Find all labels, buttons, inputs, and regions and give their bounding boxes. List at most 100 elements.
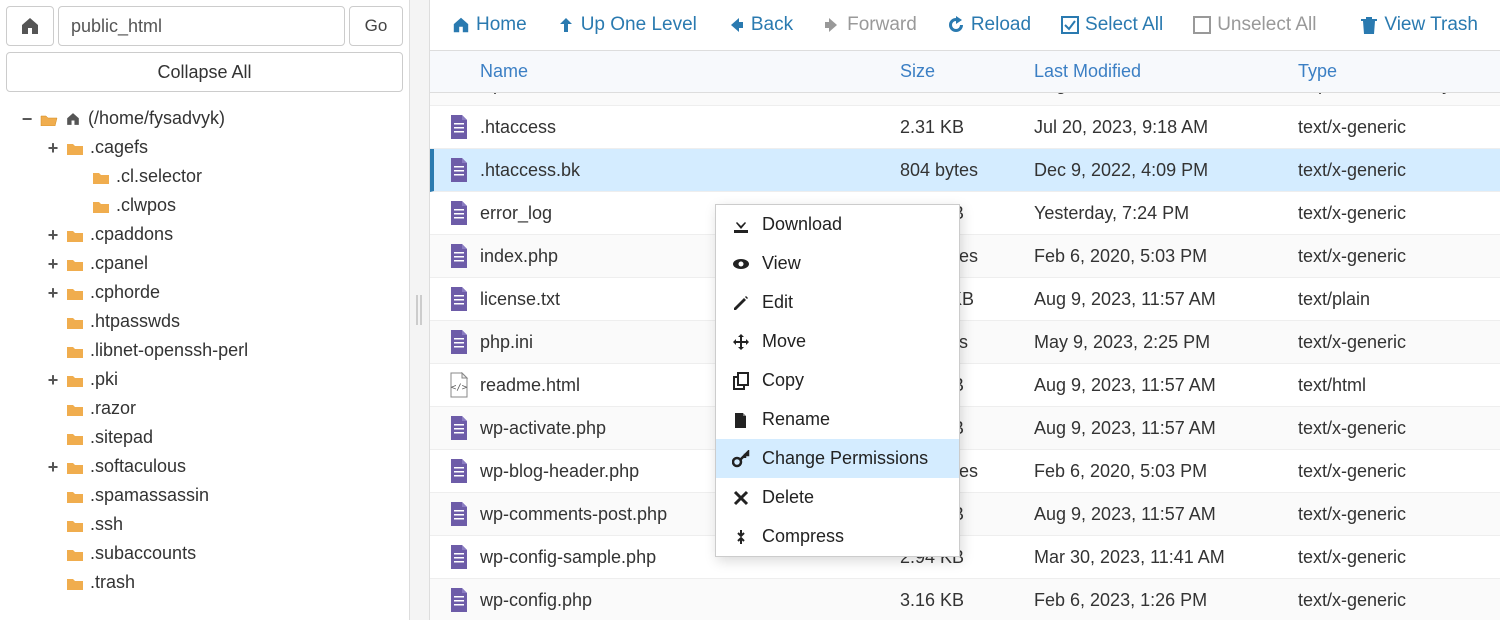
table-row[interactable]: wp-blog-header.php351 bytesFeb 6, 2020, … bbox=[430, 450, 1500, 493]
tree-toggle[interactable]: + bbox=[46, 284, 60, 302]
context-menu-item[interactable]: Move bbox=[716, 322, 959, 361]
sidebar: Go Collapse All − (/home/fysadvyk) +.cag… bbox=[0, 0, 410, 620]
file-type-icon bbox=[438, 372, 480, 398]
compress-icon bbox=[732, 528, 750, 546]
context-menu-item[interactable]: Delete bbox=[716, 478, 959, 517]
checkbox-checked-icon bbox=[1061, 16, 1079, 34]
main-panel: Home Up One Level Back Forward Reload Se… bbox=[430, 0, 1500, 620]
table-row[interactable]: .htaccess.bk804 bytesDec 9, 2022, 4:09 P… bbox=[430, 149, 1500, 192]
key-icon bbox=[732, 450, 750, 468]
toolbar-select-all[interactable]: Select All bbox=[1049, 6, 1175, 44]
toolbar-up-one-level[interactable]: Up One Level bbox=[545, 6, 709, 44]
toolbar-reload[interactable]: Reload bbox=[935, 6, 1043, 44]
tree-item[interactable]: +.cpaddons bbox=[46, 220, 403, 249]
path-input[interactable] bbox=[58, 6, 345, 46]
table-row[interactable]: wp-config-sample.php2.94 KBMar 30, 2023,… bbox=[430, 536, 1500, 579]
tree-item[interactable]: + .pki bbox=[46, 365, 403, 394]
table-row[interactable]: wp-comments-post.php2.27 KBAug 9, 2023, … bbox=[430, 493, 1500, 536]
tree-item[interactable]: .spamassassin bbox=[46, 481, 403, 510]
table-row[interactable]: php.ini70 bytesMay 9, 2023, 2:25 PMtext/… bbox=[430, 321, 1500, 364]
table-row[interactable]: wp-activate.php7.04 KBAug 9, 2023, 11:57… bbox=[430, 407, 1500, 450]
splitter[interactable] bbox=[410, 0, 430, 620]
table-row[interactable]: index.php405 bytesFeb 6, 2020, 5:03 PMte… bbox=[430, 235, 1500, 278]
tree-toggle[interactable]: + bbox=[46, 255, 60, 273]
tree-item[interactable]: +.cpanel bbox=[46, 249, 403, 278]
table-row[interactable]: wp-config.php3.16 KBFeb 6, 2023, 1:26 PM… bbox=[430, 579, 1500, 620]
context-menu-item[interactable]: Copy bbox=[716, 361, 959, 400]
file-type-icon bbox=[438, 329, 480, 355]
tree-toggle[interactable]: + bbox=[46, 371, 60, 389]
context-menu-item[interactable]: View bbox=[716, 244, 959, 283]
tree-item[interactable]: +.cphorde bbox=[46, 278, 403, 307]
file-type-icon bbox=[438, 114, 480, 140]
file-type-icon bbox=[438, 544, 480, 570]
col-header-type[interactable]: Type bbox=[1298, 61, 1500, 82]
context-menu-item[interactable]: Change Permissions bbox=[716, 439, 959, 478]
tree-item[interactable]: .razor bbox=[46, 394, 403, 423]
file-modified: Aug 9, 2023, 11:57 AM bbox=[1034, 418, 1298, 439]
file-type-icon bbox=[438, 200, 480, 226]
pencil-icon bbox=[732, 294, 750, 312]
download-icon bbox=[732, 216, 750, 234]
context-menu-label: Edit bbox=[762, 292, 793, 313]
tree-item[interactable]: .htpasswds bbox=[46, 307, 403, 336]
file-list: wp-includes12 KBAug 9, 2023, 11:57 AMhtt… bbox=[430, 93, 1500, 620]
folder-icon bbox=[66, 431, 84, 445]
tree-toggle[interactable]: + bbox=[46, 139, 60, 157]
context-menu-item[interactable]: Compress bbox=[716, 517, 959, 556]
tree-item[interactable]: .cl.selector bbox=[72, 162, 403, 191]
context-menu-item[interactable]: Download bbox=[716, 205, 959, 244]
toolbar-forward: Forward bbox=[811, 6, 929, 44]
collapse-all-button[interactable]: Collapse All bbox=[6, 52, 403, 92]
home-path-button[interactable] bbox=[6, 6, 54, 46]
tree-item[interactable]: +.cagefs bbox=[46, 133, 403, 162]
context-menu-item[interactable]: Rename bbox=[716, 400, 959, 439]
tree-item[interactable]: .sitepad bbox=[46, 423, 403, 452]
toolbar-back[interactable]: Back bbox=[715, 6, 805, 44]
tree-item-label: .pki bbox=[90, 369, 118, 390]
move-icon bbox=[732, 333, 750, 351]
col-header-modified[interactable]: Last Modified bbox=[1034, 61, 1298, 82]
file-size: 2.31 KB bbox=[900, 117, 1034, 138]
context-menu-item[interactable]: Edit bbox=[716, 283, 959, 322]
table-row[interactable]: wp-includes12 KBAug 9, 2023, 11:57 AMhtt… bbox=[430, 93, 1500, 106]
context-menu-label: Delete bbox=[762, 487, 814, 508]
folder-open-icon bbox=[40, 112, 58, 126]
arrow-right-icon bbox=[823, 16, 841, 34]
reload-icon bbox=[947, 16, 965, 34]
file-name: wp-config.php bbox=[480, 590, 900, 611]
file-list-scroll[interactable]: wp-includes12 KBAug 9, 2023, 11:57 AMhtt… bbox=[430, 93, 1500, 620]
tree-item-label: .sitepad bbox=[90, 427, 153, 448]
tree-item-label: .cl.selector bbox=[116, 166, 202, 187]
col-header-size[interactable]: Size bbox=[900, 61, 1034, 82]
folder-icon bbox=[66, 286, 84, 300]
tree-toggle[interactable]: + bbox=[46, 226, 60, 244]
folder-icon bbox=[66, 489, 84, 503]
tree-item[interactable]: .clwpos bbox=[72, 191, 403, 220]
tree-root[interactable]: − (/home/fysadvyk) bbox=[20, 104, 403, 133]
tree-item[interactable]: .libnet-openssh-perl bbox=[46, 336, 403, 365]
file-type-icon bbox=[438, 157, 480, 183]
go-button[interactable]: Go bbox=[349, 6, 403, 46]
file-mimetype: text/x-generic bbox=[1298, 461, 1500, 482]
table-row[interactable]: license.txt19.45 KBAug 9, 2023, 11:57 AM… bbox=[430, 278, 1500, 321]
file-type-icon bbox=[438, 587, 480, 613]
arrow-left-icon bbox=[727, 16, 745, 34]
tree-item[interactable]: +.softaculous bbox=[46, 452, 403, 481]
context-menu-label: Download bbox=[762, 214, 842, 235]
eye-icon bbox=[732, 255, 750, 273]
file-mimetype: text/x-generic bbox=[1298, 332, 1500, 353]
table-row[interactable]: readme.html7.23 KBAug 9, 2023, 11:57 AMt… bbox=[430, 364, 1500, 407]
tree-toggle[interactable]: − bbox=[20, 110, 34, 128]
col-header-name[interactable]: Name bbox=[480, 61, 900, 82]
tree-item-label: .subaccounts bbox=[90, 543, 196, 564]
toolbar-view-trash[interactable]: View Trash bbox=[1348, 6, 1490, 44]
tree-item[interactable]: .trash bbox=[46, 568, 403, 597]
tree-item[interactable]: .ssh bbox=[46, 510, 403, 539]
table-row[interactable]: .htaccess2.31 KBJul 20, 2023, 9:18 AMtex… bbox=[430, 106, 1500, 149]
tree-item[interactable]: .subaccounts bbox=[46, 539, 403, 568]
toolbar-home[interactable]: Home bbox=[440, 6, 539, 44]
tree-toggle[interactable]: + bbox=[46, 458, 60, 476]
tree-item-label: .trash bbox=[90, 572, 135, 593]
table-row[interactable]: error_log1.97 KBYesterday, 7:24 PMtext/x… bbox=[430, 192, 1500, 235]
